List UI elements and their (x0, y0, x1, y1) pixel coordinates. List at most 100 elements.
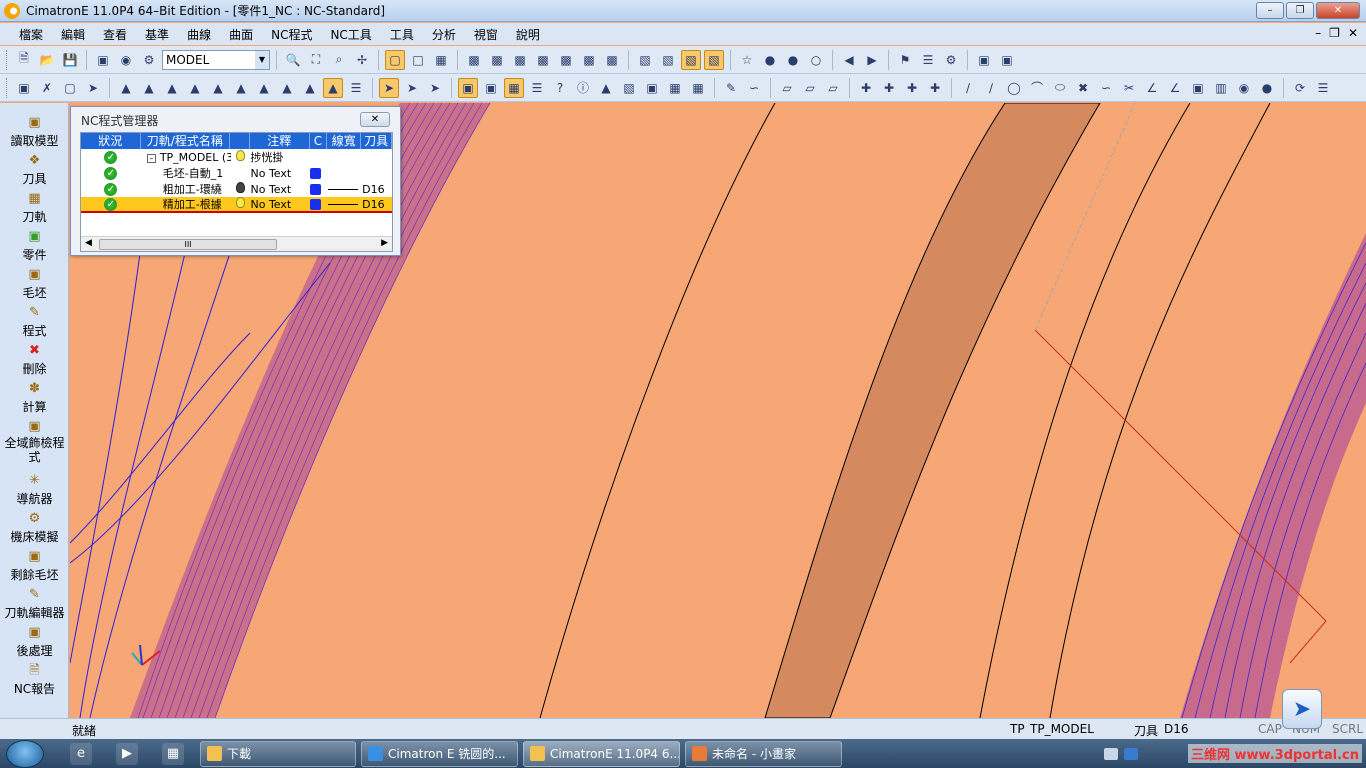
circle-icon[interactable]: ◯ (1004, 78, 1024, 98)
wireframe-view-icon[interactable]: □ (408, 50, 428, 70)
nc-manager-icon[interactable]: ▣ (458, 77, 478, 98)
ie-icon[interactable]: e (70, 743, 92, 765)
language-icon[interactable] (1124, 747, 1138, 760)
bulb-on-icon[interactable] (236, 197, 246, 208)
light-bulb-icon[interactable]: ● (760, 50, 780, 70)
show-path-icon[interactable]: ▧ (658, 50, 678, 70)
rotate-view-icon[interactable]: ⟳ (1290, 78, 1310, 98)
grid-icon[interactable]: ▦ (665, 78, 685, 98)
nc-list-icon[interactable]: ☰ (527, 78, 547, 98)
nc-table-icon[interactable]: ▦ (504, 77, 524, 98)
spline-icon[interactable]: ∽ (1096, 78, 1116, 98)
copy-icon[interactable]: ▣ (1188, 78, 1208, 98)
new-file-icon[interactable]: 🗎 (14, 50, 34, 70)
filter-edge-icon[interactable]: ▲ (162, 78, 182, 98)
measure-icon[interactable]: ▧ (619, 78, 639, 98)
col-linewidth[interactable]: 線寬 (327, 133, 362, 149)
taskbar-button-cimatron[interactable]: CimatronE 11.0P4 6... (523, 741, 680, 767)
tree-collapse-icon[interactable]: – (146, 153, 156, 163)
nc-navigator-button[interactable]: ✳ 導航器 (0, 473, 69, 507)
color-swatch[interactable] (310, 183, 322, 195)
info-icon[interactable]: ⓘ (573, 78, 593, 98)
section-icon[interactable]: ☰ (1313, 78, 1333, 98)
col-tool[interactable]: 刀具 (361, 133, 392, 149)
media-player-icon[interactable]: ▶ (116, 743, 138, 765)
menu-nc-tools[interactable]: NC工具 (321, 26, 380, 43)
chevron-down-icon[interactable]: ▼ (255, 50, 269, 69)
filter-toolpath-icon[interactable]: ▲ (323, 77, 343, 98)
view-back-icon[interactable]: ▩ (579, 50, 599, 70)
shade-icon[interactable]: ● (1257, 78, 1277, 98)
linewidth-sample[interactable] (328, 189, 359, 190)
filter-datum-icon[interactable]: ▲ (231, 78, 251, 98)
nc-remaining-stock-button[interactable]: ▣ 剩餘毛坯 (0, 549, 69, 583)
axis-3-icon[interactable]: ✚ (902, 78, 922, 98)
nc-calculate-button[interactable]: ✽ 計算 (0, 381, 69, 415)
package-icon[interactable]: ▣ (997, 50, 1017, 70)
table-row[interactable]: ✓ 粗加工-環繞 No Text D16 (81, 181, 392, 197)
minimize-button[interactable]: – (1256, 2, 1284, 19)
filter-face-icon[interactable]: ▲ (139, 78, 159, 98)
mdi-minimize-button[interactable]: – (1315, 26, 1321, 40)
filter-list-icon[interactable]: ☰ (346, 78, 366, 98)
sketch-icon[interactable]: ✎ (721, 78, 741, 98)
menu-tools[interactable]: 工具 (381, 26, 423, 43)
nc-machine-sim-button[interactable]: ⚙ 機床模擬 (0, 511, 69, 545)
nc-tree-icon[interactable]: ▣ (481, 78, 501, 98)
view-bottom-icon[interactable]: ▩ (602, 50, 622, 70)
axis-icon[interactable]: ✚ (856, 78, 876, 98)
display-set-icon[interactable]: ▣ (93, 50, 113, 70)
select-icon[interactable]: ▣ (14, 78, 34, 98)
pan-icon[interactable]: ✢ (352, 50, 372, 70)
nc-delete-button[interactable]: ✖ 刪除 (0, 343, 69, 377)
close-icon[interactable]: ✕ (360, 112, 390, 127)
render-mode-icon[interactable]: ▦ (431, 50, 451, 70)
light-bulb-on-icon[interactable]: ● (783, 50, 803, 70)
filter-icon[interactable]: ☆ (737, 50, 757, 70)
taskbar-button-browser[interactable]: Cimatron E 铣圆的... (361, 741, 518, 767)
col-color[interactable]: C (310, 133, 328, 149)
menu-edit[interactable]: 編輯 (52, 26, 94, 43)
curve-icon[interactable]: ∽ (744, 78, 764, 98)
back-arrow-icon[interactable]: ◀ (839, 50, 859, 70)
show-part-icon[interactable]: ▧ (704, 49, 724, 70)
nc-tool-button[interactable]: ❖ 刀具 (0, 153, 69, 187)
col-note[interactable]: 注釋 (250, 133, 310, 149)
axis-alt-icon[interactable]: ✚ (879, 78, 899, 98)
filter-body-icon[interactable]: ▲ (254, 78, 274, 98)
cross-icon[interactable]: ✖ (1073, 78, 1093, 98)
ruler-icon[interactable]: ☰ (918, 50, 938, 70)
nc-toolpath-button[interactable]: ▦ 刀軌 (0, 191, 69, 225)
show-tool-icon[interactable]: ▧ (635, 50, 655, 70)
filter-curve-icon[interactable]: ▲ (185, 78, 205, 98)
keyboard-icon[interactable] (1104, 747, 1118, 760)
grid-alt-icon[interactable]: ▦ (688, 78, 708, 98)
trim-icon[interactable]: ✂ (1119, 78, 1139, 98)
table-row[interactable]: ✓ 毛坯-自動_1 No Text (81, 165, 392, 181)
bulb-off-icon[interactable] (236, 182, 246, 193)
filter-point-icon[interactable]: ▲ (208, 78, 228, 98)
menu-curve[interactable]: 曲線 (178, 26, 220, 43)
table-row-selected[interactable]: ✓ 精加工-根據 No Text D16 (81, 197, 392, 213)
line-icon[interactable]: ∕ (958, 78, 978, 98)
nc-post-process-button[interactable]: ▣ 後處理 (0, 625, 69, 659)
offset-icon[interactable]: ▱ (800, 78, 820, 98)
nc-procedure-button[interactable]: ✎ 程式 (0, 305, 69, 339)
calculator-icon[interactable]: ▦ (162, 743, 184, 765)
nc-part-button[interactable]: ▣ 零件 (0, 229, 69, 263)
menu-datum[interactable]: 基準 (136, 26, 178, 43)
menu-nc-program[interactable]: NC程式 (262, 26, 321, 43)
menu-analysis[interactable]: 分析 (423, 26, 465, 43)
view-top-icon[interactable]: ▩ (487, 50, 507, 70)
model-combo[interactable]: MODEL ▼ (162, 49, 270, 70)
show-stock-icon[interactable]: ▧ (681, 49, 701, 70)
nc-load-model-button[interactable]: ▣ 讀取模型 (0, 115, 69, 149)
cursor-alt-icon[interactable]: ➤ (402, 78, 422, 98)
view-iso-icon[interactable]: ▩ (464, 50, 484, 70)
taskbar-button-paint[interactable]: 未命名 - 小畫家 (685, 741, 842, 767)
zoom-window-icon[interactable]: ⛶ (306, 50, 326, 70)
menu-file[interactable]: 檔案 (10, 26, 52, 43)
menu-surface[interactable]: 曲面 (220, 26, 262, 43)
taskbar-button-downloads[interactable]: 下載 (200, 741, 356, 767)
settings-icon[interactable]: ⚙ (941, 50, 961, 70)
